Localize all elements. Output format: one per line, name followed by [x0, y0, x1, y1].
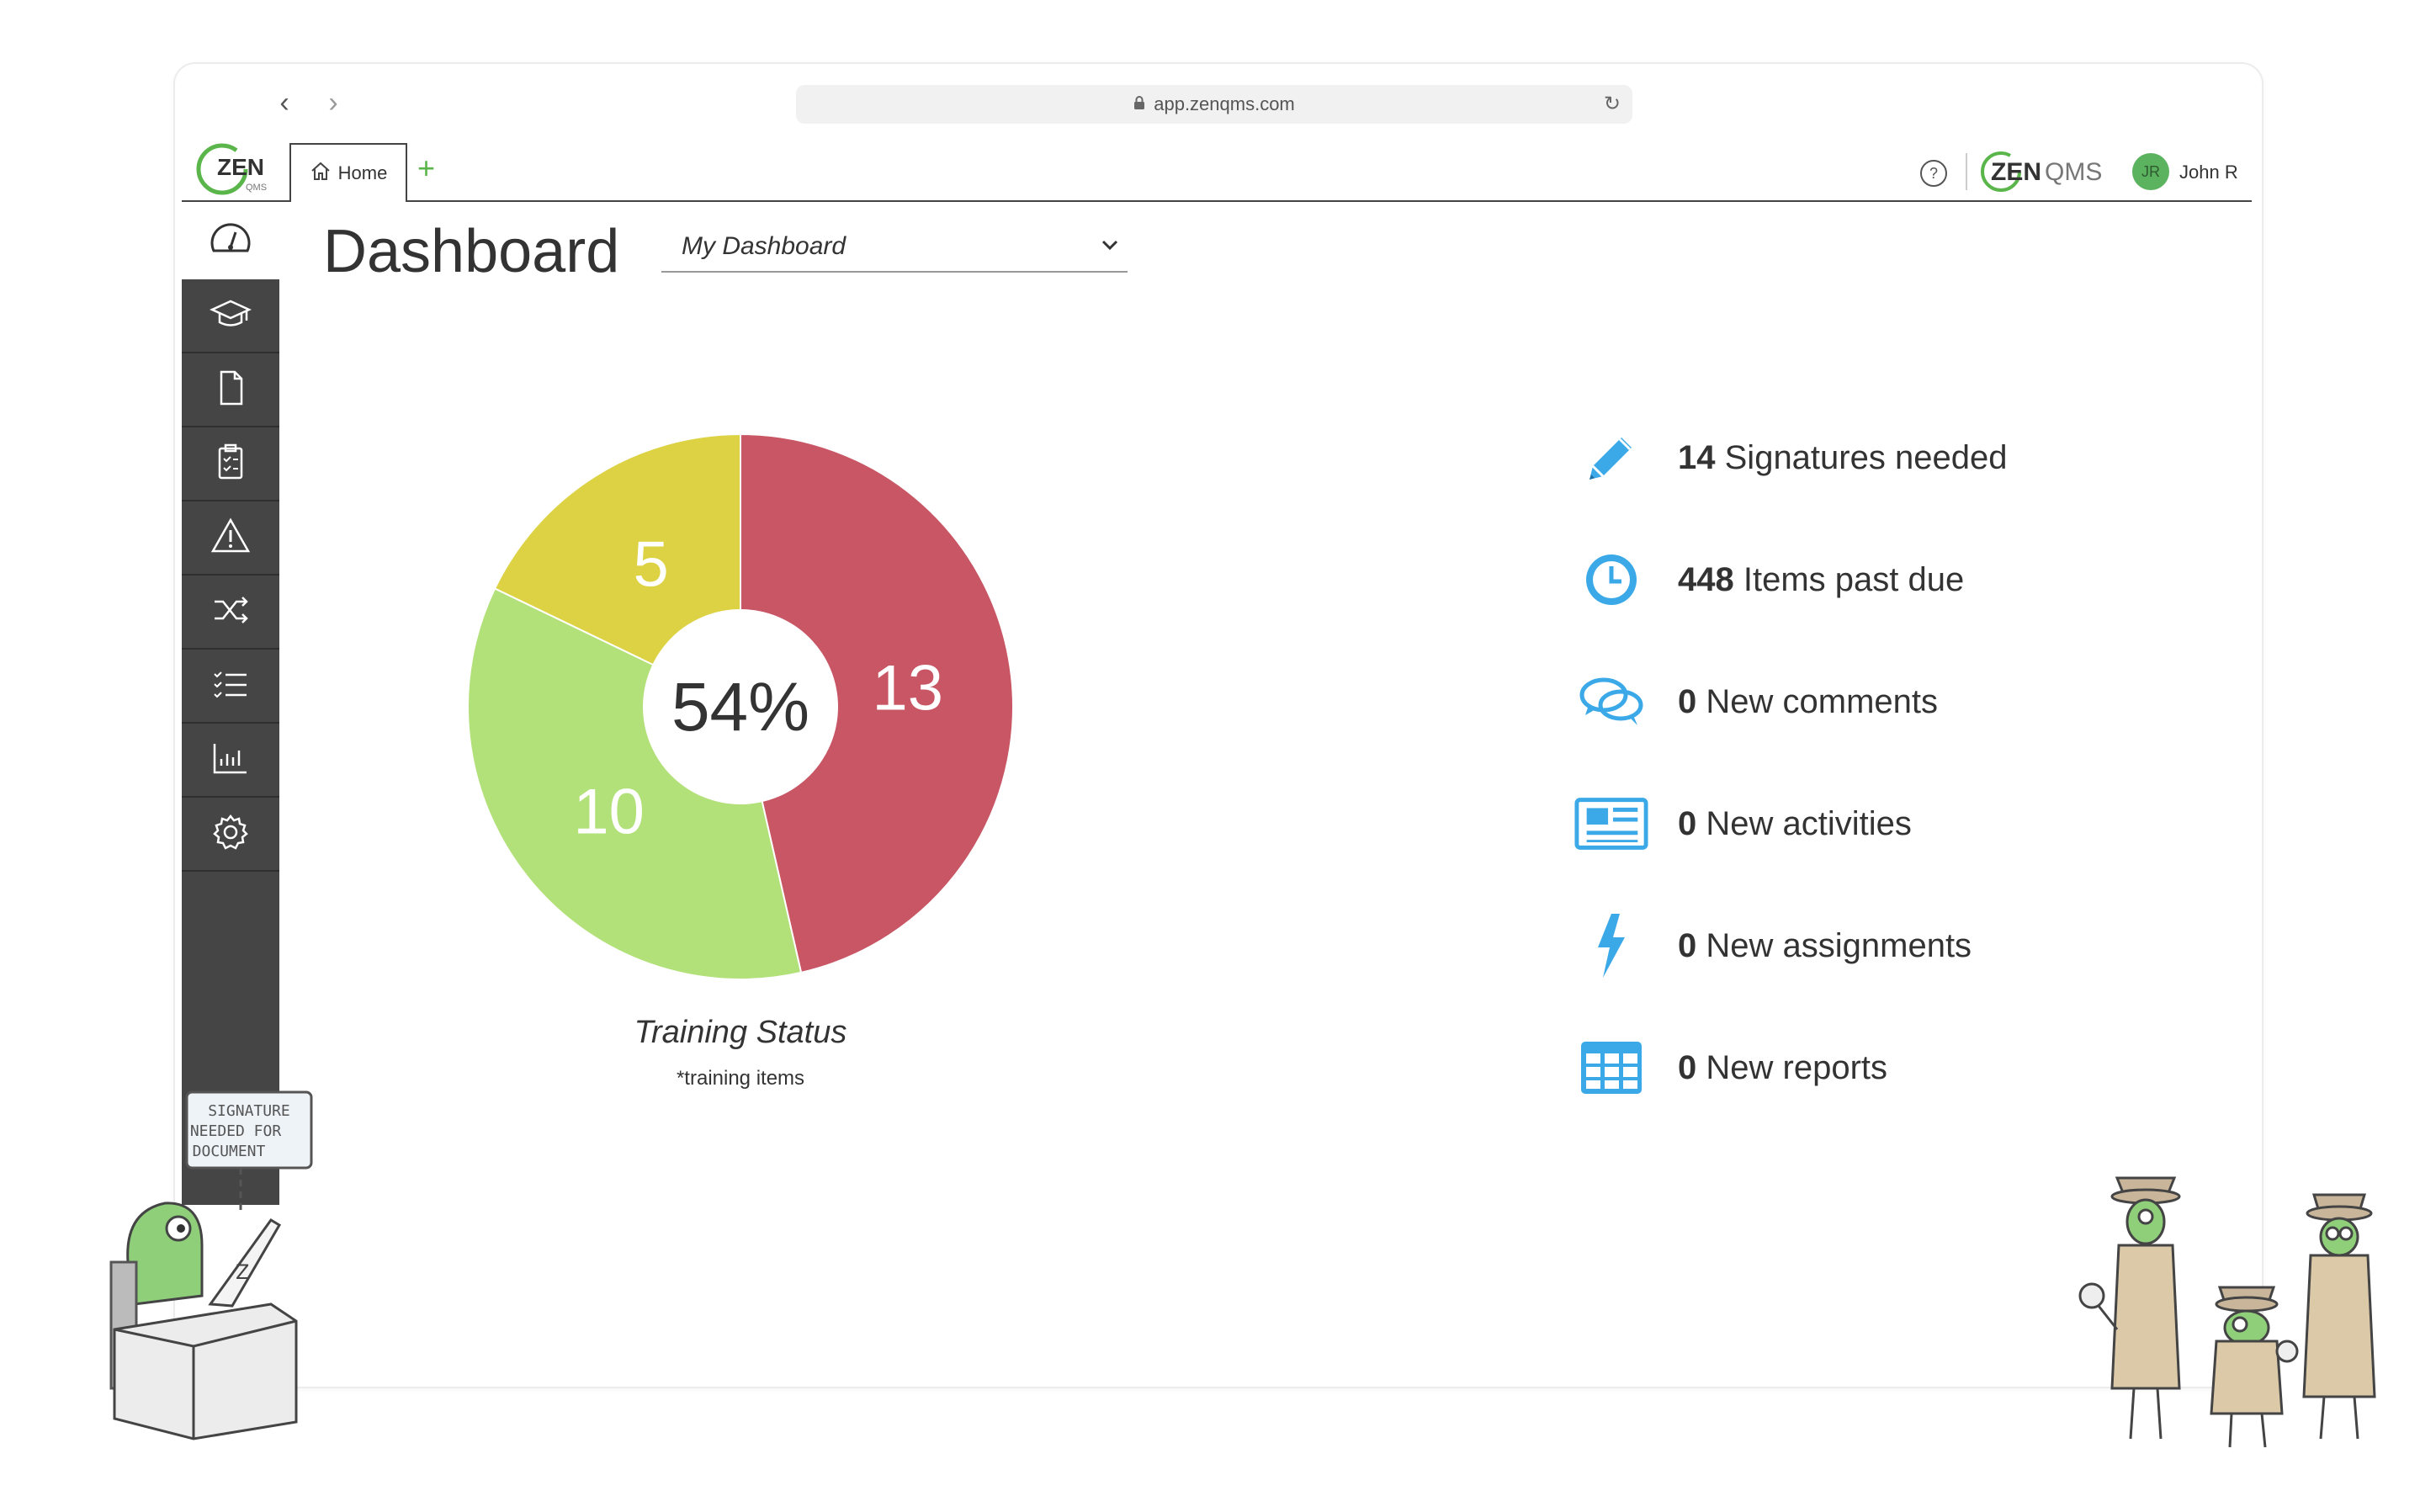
lightning-icon	[1574, 912, 1649, 979]
chart-center-percent: 54%	[671, 669, 809, 745]
page-title: Dashboard	[323, 218, 620, 285]
chart-title: Training Status	[634, 1015, 847, 1050]
sidebar-item-change-control[interactable]	[182, 576, 279, 650]
sidebar-item-audits[interactable]	[182, 427, 279, 501]
dashboard-select-value: My Dashboard	[682, 232, 846, 260]
zen-logo[interactable]: ZEN QMS	[195, 141, 276, 197]
signature-illustration: SIGNATURE NEEDED FOR DOCUMENT Z	[84, 1085, 337, 1464]
stat-comments-label: New comments	[1706, 682, 1938, 720]
sign-text-line1: SIGNATURE	[208, 1102, 290, 1120]
help-icon[interactable]: ?	[1920, 160, 1947, 187]
newspaper-icon	[1574, 790, 1649, 857]
pie-label-green: 10	[573, 777, 645, 848]
header-divider	[1966, 153, 1967, 190]
dashboard-select[interactable]: My Dashboard	[661, 229, 1128, 273]
stat-reports-count: 0	[1678, 1048, 1697, 1086]
sidebar-item-dashboard[interactable]	[182, 202, 279, 279]
forward-button[interactable]: ›	[316, 86, 350, 119]
detectives-illustration	[2075, 1161, 2412, 1498]
user-name[interactable]: John R	[2179, 162, 2238, 183]
dashboard-gauge-icon	[209, 220, 252, 262]
stat-reports[interactable]: 0 New reports	[1574, 1034, 2163, 1101]
svg-text:QMS: QMS	[2045, 158, 2102, 186]
sign-text-line2: NEEDED FOR	[190, 1122, 282, 1140]
stat-assignments-label: New assignments	[1706, 926, 1972, 964]
chart-subtitle: *training items	[676, 1067, 805, 1090]
zenqms-brand-logo: ZEN QMS	[1979, 148, 2114, 195]
stat-signatures-label: Signatures needed	[1724, 438, 2008, 476]
stat-past-due[interactable]: 448 Items past due	[1574, 546, 2163, 613]
sidebar-item-tasks[interactable]	[182, 650, 279, 724]
stat-signatures[interactable]: 14 Signatures needed	[1574, 424, 2163, 491]
svg-text:ZEN: ZEN	[217, 154, 264, 180]
stat-past-due-label: Items past due	[1743, 560, 1965, 598]
svg-text:QMS: QMS	[246, 183, 267, 193]
home-icon	[310, 161, 332, 186]
training-pie-svg[interactable]: 13 10 554%	[454, 421, 1027, 993]
pie-label-red: 13	[872, 653, 943, 724]
task-list-icon	[210, 663, 252, 709]
tab-home[interactable]: Home	[289, 143, 407, 202]
reports-chart-icon	[210, 737, 252, 783]
table-grid-icon	[1574, 1034, 1649, 1101]
warning-triangle-icon	[210, 515, 252, 561]
svg-text:ZEN: ZEN	[1991, 158, 2041, 186]
stat-activities-label: New activities	[1706, 804, 1912, 842]
stat-signatures-count: 14	[1678, 438, 1716, 476]
clock-icon	[1574, 546, 1649, 613]
stat-comments[interactable]: 0 New comments	[1574, 668, 2163, 735]
sidebar-item-documents[interactable]	[182, 353, 279, 427]
chevron-down-icon	[1099, 234, 1121, 262]
url-text: app.zenqms.com	[1154, 93, 1295, 114]
shuffle-icon	[210, 589, 252, 635]
avatar[interactable]: JR	[2132, 153, 2169, 190]
stat-past-due-count: 448	[1678, 560, 1734, 598]
sidebar-item-reports[interactable]	[182, 724, 279, 798]
address-bar[interactable]: app.zenqms.com ↻	[796, 85, 1632, 124]
sidebar-item-settings[interactable]	[182, 798, 279, 872]
stat-activities[interactable]: 0 New activities	[1574, 790, 2163, 857]
stat-assignments[interactable]: 0 New assignments	[1574, 912, 2163, 979]
training-cap-icon	[209, 293, 252, 339]
sign-text-line3: DOCUMENT	[193, 1143, 266, 1160]
tab-home-label: Home	[337, 162, 388, 183]
add-tab-button[interactable]: +	[417, 151, 435, 185]
sidebar-item-issues[interactable]	[182, 501, 279, 576]
stat-reports-label: New reports	[1706, 1048, 1887, 1086]
reload-icon[interactable]: ↻	[1604, 92, 1621, 116]
stat-assignments-count: 0	[1678, 926, 1697, 964]
sidebar-item-training[interactable]	[182, 279, 279, 353]
back-button[interactable]: ‹	[268, 86, 301, 119]
clipboard-checklist-icon	[210, 441, 252, 487]
settings-gear-icon	[210, 811, 252, 857]
comments-icon	[1574, 668, 1649, 735]
training-status-chart[interactable]: 13 10 5 54%	[454, 421, 1027, 993]
stat-activities-count: 0	[1678, 804, 1697, 842]
pie-label-yellow: 5	[633, 529, 668, 601]
pencil-icon	[1574, 424, 1649, 491]
stat-comments-count: 0	[1678, 682, 1697, 720]
svg-text:Z: Z	[236, 1260, 249, 1284]
document-icon	[210, 367, 252, 413]
lock-icon	[1133, 93, 1145, 115]
